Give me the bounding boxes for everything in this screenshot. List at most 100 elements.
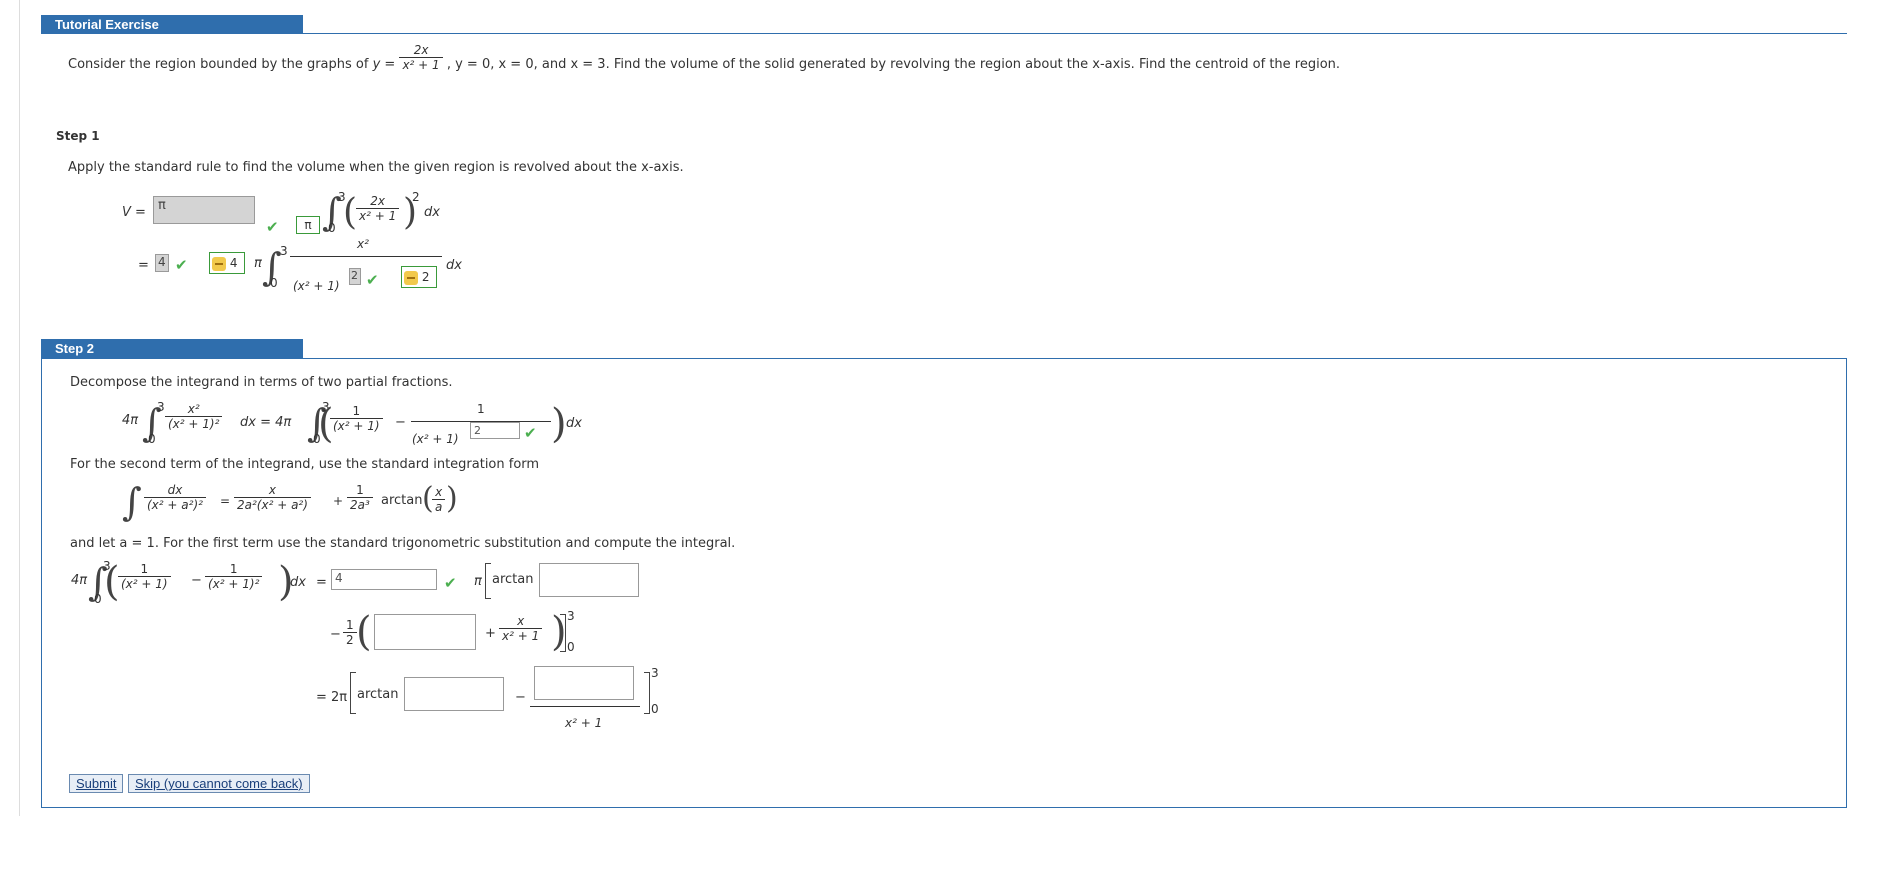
problem-fraction-num: 2x [413,43,429,57]
check-icon: ✔ [444,574,457,592]
step2-lhs-fraction: x² (x² + 1)² [165,402,223,431]
step1-key-val-1: 4 [229,256,238,270]
step2-lhs-coef: 4π [122,413,139,428]
formula-plus: + [333,494,344,508]
final-fraction-bar [530,706,640,707]
step2-instruction: Decompose the integrand in terms of two … [70,375,453,390]
step2-t1-num: 1 [352,404,361,418]
tutorial-header: Tutorial Exercise [41,15,303,34]
step2-lhs-den: (x² + 1)² [165,416,223,431]
formula-r2-fraction: 1 2a³ [347,483,373,512]
formula-r1-num: x [268,483,277,497]
x-den: x² + 1 [499,628,543,643]
step1-frac-num: 2x [370,194,385,208]
final-lower: 0 [651,702,659,716]
step1-exp-input[interactable]: 2 [349,268,361,285]
right-bracket [560,614,566,652]
key-icon [404,270,418,285]
step2-eq-coef: dx = 4π [240,415,292,430]
step2-t1-fraction: 1 (x² + 1) [330,404,383,433]
final-eq: = 2π [316,690,348,705]
problem-fraction: 2x x² + 1 [399,43,443,72]
half-neg: − [330,627,341,642]
problem-fraction-den: x² + 1 [399,57,443,72]
submit-button[interactable]: Submit [69,774,124,793]
key-icon [212,256,226,271]
step1-title: Step 1 [56,129,100,143]
step1-fraction: 2x x² + 1 [356,194,400,223]
page-left-rule [19,0,20,816]
step1-eq: = [138,258,149,273]
left-paren: ( [343,192,358,233]
x-over-fraction: x x² + 1 [499,614,543,643]
step1-pi-box: π [296,216,320,234]
problem-prefix: Consider the region bounded by the graph… [68,57,369,72]
compute-t1-num: 1 [140,562,149,576]
formula-r2-den: 2a³ [347,497,373,512]
compute-t2-fraction: 1 (x² + 1)² [205,562,263,591]
integral-sign-icon: ∫ [122,480,142,524]
eval-upper: 3 [567,609,575,623]
first-term-input[interactable] [374,614,476,650]
step2-header: Step 2 [41,339,303,358]
step2-lhs-num: x² [187,402,200,416]
step1-v-input[interactable]: π [153,196,255,224]
formula-r2-num: 1 [356,483,364,497]
right-paren: ) [446,481,458,516]
compute-t2-den: (x² + 1)² [205,576,263,591]
step2-dx: dx [566,416,582,431]
skip-button[interactable]: Skip (you cannot come back) [128,774,310,793]
step2-upper: 3 [157,400,165,414]
right-paren: ) [551,401,567,447]
step1-lower-limit: 0 [328,221,336,235]
step1-num2: x² [357,237,369,251]
step1-fraction-bar [290,256,442,257]
formula-eq: = [220,494,231,508]
compute-lower: 0 [94,592,102,606]
final-minus: − [515,690,526,705]
formula-den: (x² + a²)² [144,497,206,512]
step1-power: 2 [412,190,420,204]
formula-r1-fraction: x 2a²(x² + a²) [234,483,311,512]
formula-num: dx [167,483,183,497]
step1-v-label: V = [122,205,146,220]
compute-arctan: arctan [492,572,534,587]
step1-key-box-1[interactable]: 4 [209,252,245,274]
final-arctan: arctan [357,687,399,702]
compute-plus: + [485,626,496,641]
step2-let-a: and let a = 1. For the first term use th… [70,536,736,551]
check-icon: ✔ [266,218,279,236]
step1-key-box-2[interactable]: 2 [401,266,437,288]
step1-dx-2: dx [446,258,462,273]
step2-lower: 0 [148,432,156,446]
left-paren: ( [356,609,372,655]
formula-a: a [432,499,446,514]
formula-x: x [435,485,443,499]
left-bracket [485,563,491,599]
compute-pi: π [474,574,482,589]
formula-arctan: arctan [381,493,423,508]
problem-statement: Consider the region bounded by the graph… [68,43,1341,72]
step2-t1-den: (x² + 1) [330,418,383,433]
step1-den2: (x² + 1) [293,279,340,293]
compute-dx: dx [290,575,306,590]
step2-t2-num: 1 [477,402,485,416]
step2-minus: − [395,415,406,430]
step1-frac-den: x² + 1 [356,208,400,223]
half-den: 2 [343,632,357,647]
compute-minus: − [191,573,202,588]
formula-r1-den: 2a²(x² + a²) [234,497,311,512]
arctan-input[interactable] [539,563,639,597]
final-numerator-input[interactable] [534,666,634,700]
formula-xa-fraction: x a [432,485,446,514]
half-num: 1 [346,618,354,632]
compute-t1-fraction: 1 (x² + 1) [118,562,171,591]
compute-coef: 4π [71,573,88,588]
step2-exp-input[interactable]: 2 [470,422,520,439]
check-icon: ✔ [175,256,188,274]
problem-suffix: , y = 0, x = 0, and x = 3. Find the volu… [446,57,1341,72]
header-rule [303,33,1847,34]
final-arctan-input[interactable] [404,677,504,711]
compute-coef-input[interactable]: 4 [331,569,437,590]
step1-coef-input[interactable]: 4 [155,254,169,272]
